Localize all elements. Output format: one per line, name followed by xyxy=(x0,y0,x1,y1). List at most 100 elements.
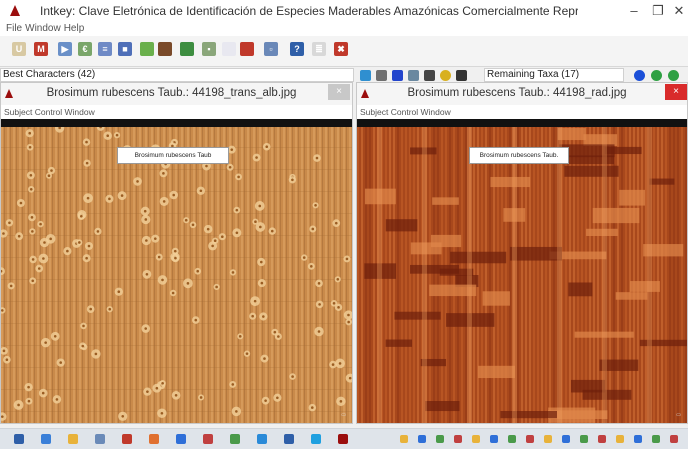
grid-icon[interactable]: ■ xyxy=(118,42,132,56)
left-image-titlebar[interactable]: Brosimum rubescens Taub.: 44198_trans_al… xyxy=(1,83,352,105)
binoculars-icon[interactable] xyxy=(456,70,467,81)
check-icon[interactable] xyxy=(651,70,662,81)
info-icon[interactable] xyxy=(634,70,645,81)
title-bar: Intkey: Clave Eletrónica de Identificaci… xyxy=(0,0,688,23)
tray-icon[interactable] xyxy=(598,435,606,443)
orange-app-icon[interactable] xyxy=(149,434,159,444)
right-species-label: Brosimum rubescens Taub. xyxy=(469,147,569,164)
explorer-icon[interactable] xyxy=(95,434,105,444)
skype-icon[interactable] xyxy=(311,434,321,444)
red-app-icon[interactable] xyxy=(122,434,132,444)
list-icon[interactable] xyxy=(376,70,387,81)
multistate-icon[interactable]: M xyxy=(34,42,48,56)
taxa-toolbar xyxy=(628,68,688,82)
tray-icon[interactable] xyxy=(652,435,660,443)
chrome-icon[interactable] xyxy=(230,434,240,444)
right-image-menu: Subject Control Window xyxy=(357,105,687,119)
word-icon[interactable] xyxy=(284,434,294,444)
left-species-label: Brosimum rubescens Taub xyxy=(117,147,229,164)
right-image-titlebar[interactable]: Brosimum rubescens Taub.: 44198_rad.jpg … xyxy=(357,83,687,105)
remaining-taxa-header: Remaining Taxa (17) xyxy=(484,68,624,82)
close-button[interactable]: ✕ xyxy=(670,1,688,20)
maximize-button[interactable]: ❐ xyxy=(646,1,670,20)
status-icon[interactable] xyxy=(668,70,679,81)
picture-icon[interactable]: ▫ xyxy=(264,42,278,56)
left-image-title: Brosimum rubescens Taub.: 44198_trans_al… xyxy=(46,87,297,99)
left-image-window: Brosimum rubescens Taub.: 44198_trans_al… xyxy=(0,82,353,424)
best-characters-header: Best Characters (42) xyxy=(0,68,354,82)
pen-app-icon[interactable] xyxy=(203,434,213,444)
right-menu-subject[interactable]: Subject xyxy=(360,107,388,117)
blue-app-icon[interactable] xyxy=(176,434,186,444)
use-icon[interactable]: U xyxy=(12,42,26,56)
undo-icon[interactable] xyxy=(360,70,371,81)
right-image-window: Brosimum rubescens Taub.: 44198_rad.jpg … xyxy=(356,82,688,424)
tray-icon[interactable] xyxy=(616,435,624,443)
list-icon[interactable]: ≡ xyxy=(98,42,112,56)
play-icon[interactable]: ▶ xyxy=(58,42,72,56)
tray-icon[interactable] xyxy=(670,435,678,443)
tray-icon[interactable] xyxy=(436,435,444,443)
tray-icon[interactable] xyxy=(418,435,426,443)
right-image-close-button[interactable]: × xyxy=(665,84,687,100)
tray-icon[interactable] xyxy=(634,435,642,443)
tray-icon[interactable] xyxy=(544,435,552,443)
menu-file[interactable]: File xyxy=(6,22,22,36)
right-image-top-border xyxy=(357,119,687,127)
red-document-icon[interactable] xyxy=(240,42,254,56)
tray-icon[interactable] xyxy=(562,435,570,443)
ie-icon[interactable] xyxy=(41,434,51,444)
left-scale-mark: ▭ xyxy=(341,412,346,418)
minimize-button[interactable]: – xyxy=(622,1,646,20)
window-title: Intkey: Clave Eletrónica de Identificaci… xyxy=(40,4,578,18)
tray-icon[interactable] xyxy=(508,435,516,443)
transverse-section-image xyxy=(1,127,352,423)
left-menu-subject[interactable]: Subject xyxy=(4,107,32,117)
tray-icon[interactable] xyxy=(580,435,588,443)
help-icon[interactable]: ? xyxy=(290,42,304,56)
tray-icon[interactable] xyxy=(526,435,534,443)
wave-icon[interactable] xyxy=(424,70,435,81)
restart-icon[interactable]: ✖ xyxy=(334,42,348,56)
best-characters-label: Best Characters (42) xyxy=(3,69,96,80)
tray-icon[interactable] xyxy=(472,435,480,443)
left-image-menu: Subject Control Window xyxy=(1,105,352,119)
right-wood-photo: Brosimum rubescens Taub. ▭ xyxy=(357,127,687,423)
tray-icon[interactable] xyxy=(490,435,498,443)
app-icon xyxy=(10,5,20,16)
left-menu-window[interactable]: Window xyxy=(65,107,95,117)
intkey-icon[interactable] xyxy=(338,434,348,444)
right-menu-control[interactable]: Control xyxy=(391,107,418,117)
right-window-icon xyxy=(361,89,369,98)
tray-icon[interactable] xyxy=(454,435,462,443)
left-wood-photo: Brosimum rubescens Taub ▭ xyxy=(1,127,352,423)
main-toolbar: U M ▶ € ≡ ■ ▪ ▫? ≣ ✖ xyxy=(0,36,688,67)
numeric-icon[interactable]: € xyxy=(78,42,92,56)
leaf-icon[interactable] xyxy=(140,42,154,56)
folder-icon[interactable] xyxy=(68,434,78,444)
start-icon[interactable] xyxy=(14,434,24,444)
tree-icon[interactable] xyxy=(158,42,172,56)
left-menu-control[interactable]: Control xyxy=(35,107,62,117)
menu-bar: File Window Help xyxy=(0,22,688,36)
left-image-top-border xyxy=(1,119,352,127)
square-icon[interactable] xyxy=(392,70,403,81)
right-menu-window[interactable]: Window xyxy=(421,107,451,117)
document-icon[interactable] xyxy=(222,42,236,56)
remaining-taxa-label: Remaining Taxa (17) xyxy=(487,69,580,80)
plant-icon[interactable] xyxy=(180,42,194,56)
media-icon[interactable] xyxy=(257,434,267,444)
filter-icon[interactable] xyxy=(408,70,419,81)
image-icon[interactable]: ▪ xyxy=(202,42,216,56)
right-scale-mark: ▭ xyxy=(676,412,681,418)
taskbar xyxy=(0,428,688,449)
menu-window[interactable]: Window xyxy=(25,22,61,36)
radial-section-image xyxy=(357,127,687,423)
tray-icon[interactable] xyxy=(400,435,408,443)
left-image-close-button[interactable]: × xyxy=(328,84,350,100)
menu-help[interactable]: Help xyxy=(64,22,85,36)
info-icon[interactable] xyxy=(440,70,451,81)
notes-icon[interactable]: ≣ xyxy=(312,42,326,56)
character-toolbar xyxy=(356,68,480,82)
left-window-icon xyxy=(5,89,13,98)
